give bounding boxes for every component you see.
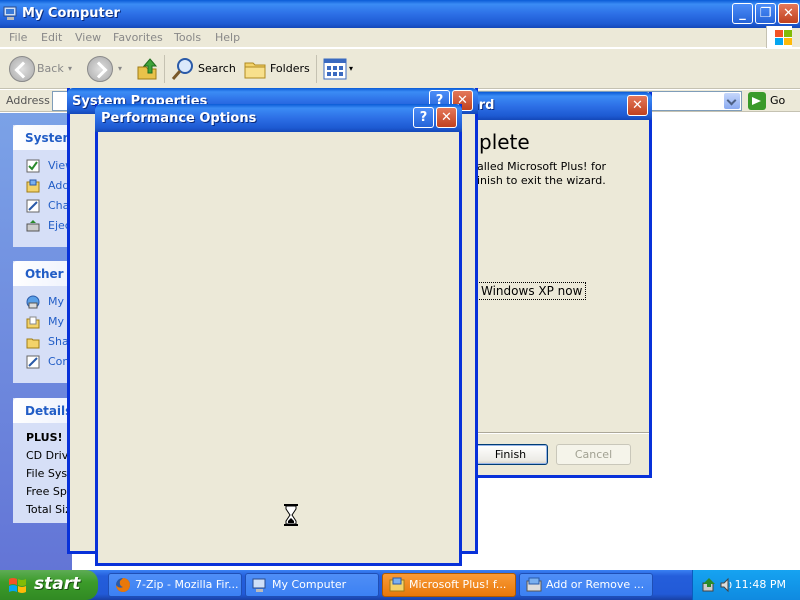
- firefox-icon: [116, 578, 130, 592]
- taskbar-item-label: 7-Zip - Mozilla Fir...: [135, 578, 239, 591]
- task-pane: System View Add Cha Ejec Other P My My S…: [0, 113, 213, 570]
- wizard-heading: plete: [479, 130, 530, 154]
- other-place-label: Sha: [48, 335, 69, 348]
- folders-icon[interactable]: [243, 58, 267, 80]
- help-button[interactable]: ?: [413, 107, 434, 128]
- back-dropdown-icon[interactable]: ▾: [68, 56, 72, 82]
- toolbar-separator: [164, 55, 165, 83]
- setup-icon: [389, 577, 405, 592]
- performance-options-dialog: Performance Options ? ✕: [95, 104, 462, 566]
- control-panel-icon: [26, 355, 40, 369]
- views-dropdown-icon[interactable]: ▾: [349, 56, 353, 82]
- hourglass-cursor-icon: [284, 504, 298, 526]
- computer-icon: [3, 6, 17, 20]
- add-remove-icon: [26, 179, 40, 193]
- close-button[interactable]: ✕: [778, 3, 799, 24]
- search-icon[interactable]: [171, 57, 195, 81]
- volume-icon[interactable]: [719, 577, 735, 593]
- safely-remove-hardware-icon[interactable]: [701, 577, 717, 593]
- forward-dropdown-icon[interactable]: ▾: [118, 56, 122, 82]
- clock[interactable]: 11:48 PM: [735, 578, 786, 591]
- maximize-button[interactable]: ❐: [755, 3, 776, 24]
- taskbar-item-label: Add or Remove ...: [546, 578, 645, 591]
- network-icon: [26, 295, 40, 309]
- folders-button-label[interactable]: Folders: [270, 56, 310, 82]
- menu-favorites[interactable]: Favorites: [113, 31, 163, 44]
- finish-button[interactable]: Finish: [473, 444, 548, 465]
- explorer-title-bar[interactable]: My Computer _ ❐ ✕: [0, 0, 800, 28]
- back-arrow-icon[interactable]: [9, 56, 35, 82]
- restart-option[interactable]: Windows XP now: [477, 282, 587, 300]
- taskbar-item-firefox[interactable]: 7-Zip - Mozilla Fir...: [108, 573, 242, 597]
- views-icon[interactable]: [323, 58, 347, 80]
- taskbar-item-label: Microsoft Plus! f...: [409, 578, 507, 591]
- windows-flag-icon: [9, 578, 26, 593]
- eject-icon: [26, 220, 40, 232]
- forward-arrow-icon[interactable]: [87, 56, 113, 82]
- taskbar-item-label: My Computer: [272, 578, 347, 591]
- menu-bar: File Edit View Favorites Tools Help: [0, 28, 800, 48]
- cancel-button[interactable]: Cancel: [556, 444, 631, 465]
- toolbar-separator: [316, 55, 317, 83]
- explorer-title: My Computer: [22, 6, 120, 21]
- taskbar-item-microsoft-plus[interactable]: Microsoft Plus! f...: [382, 573, 516, 597]
- shared-folder-icon: [26, 338, 40, 349]
- performance-options-title: Performance Options: [101, 111, 257, 126]
- search-button-label[interactable]: Search: [198, 56, 236, 82]
- documents-folder-icon: [26, 316, 40, 329]
- taskbar: start 7-Zip - Mozilla Fir... My Computer…: [0, 570, 800, 600]
- start-label: start: [34, 574, 81, 594]
- address-dropdown-icon[interactable]: [724, 93, 740, 109]
- wizard-close-button[interactable]: ✕: [627, 95, 648, 116]
- performance-options-title-bar[interactable]: Performance Options ? ✕: [95, 104, 462, 132]
- up-folder-icon[interactable]: [136, 57, 158, 81]
- back-button-label[interactable]: Back: [37, 56, 64, 82]
- system-tray: 11:48 PM: [692, 570, 800, 600]
- address-label: Address: [6, 94, 50, 107]
- menu-tools[interactable]: Tools: [174, 31, 201, 44]
- taskbar-item-my-computer[interactable]: My Computer: [245, 573, 379, 597]
- menu-edit[interactable]: Edit: [41, 31, 62, 44]
- windows-logo-icon: [766, 26, 792, 48]
- control-panel-icon: [26, 199, 40, 213]
- menu-view[interactable]: View: [75, 31, 101, 44]
- view-info-icon: [26, 159, 40, 173]
- wizard-description: alled Microsoft Plus! for inish to exit …: [477, 160, 607, 187]
- taskbar-item-add-remove[interactable]: Add or Remove ...: [519, 573, 653, 597]
- other-place-label: My: [48, 295, 65, 308]
- add-remove-icon: [526, 577, 542, 592]
- computer-icon: [252, 578, 266, 592]
- minimize-button[interactable]: _: [732, 3, 753, 24]
- start-button[interactable]: start: [0, 570, 98, 600]
- performance-options-close-button[interactable]: ✕: [436, 107, 457, 128]
- go-button[interactable]: Go: [748, 92, 785, 110]
- menu-help[interactable]: Help: [215, 31, 240, 44]
- menu-file[interactable]: File: [9, 31, 27, 44]
- other-place-label: My: [48, 315, 65, 328]
- standard-toolbar: Back ▾ ▾ Search Folders ▾: [0, 49, 800, 89]
